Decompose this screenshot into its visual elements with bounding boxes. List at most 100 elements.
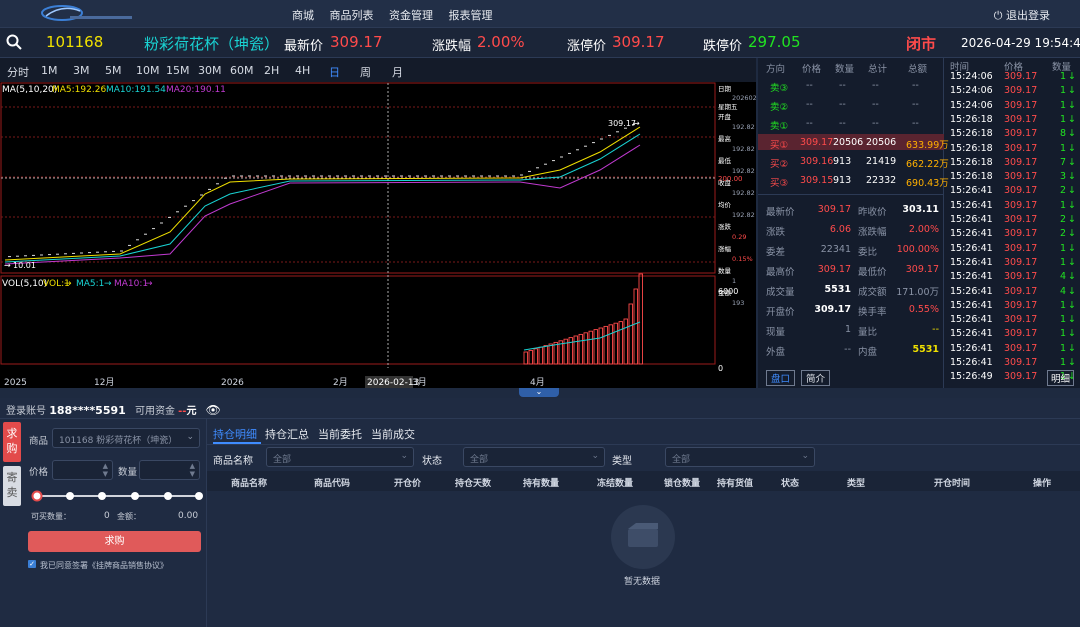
- stat-tab-1[interactable]: 简介: [801, 370, 831, 386]
- ask-row-q: --: [839, 99, 846, 110]
- info-panel-item: 192.82: [732, 123, 755, 131]
- collapse-toggle[interactable]: ⌄: [519, 388, 559, 397]
- trade-qty: 8: [1059, 128, 1066, 140]
- ma-title: MA(5,10,20): [2, 85, 57, 95]
- info-panel-item: 均价: [718, 200, 732, 209]
- ask-row-a: --: [912, 80, 919, 91]
- trade-qty: 4: [1059, 285, 1066, 297]
- trade-price: 309.17: [1004, 328, 1038, 340]
- vma10-arrow: →: [145, 279, 153, 289]
- position-tab-0[interactable]: 持仓明细: [213, 426, 257, 442]
- column-header: 状态: [781, 479, 800, 489]
- book-header: 数量: [835, 64, 855, 75]
- period-tab-8[interactable]: 2H: [264, 64, 279, 77]
- stat-tab-0[interactable]: 盘口: [766, 370, 796, 386]
- period-tab-11[interactable]: 周: [360, 64, 371, 80]
- position-tab-3[interactable]: 当前成交: [371, 426, 415, 442]
- trade-qty: 1: [1059, 328, 1066, 340]
- period-tab-2[interactable]: 3M: [73, 64, 90, 77]
- price-input[interactable]: ▲ ▼: [52, 460, 113, 480]
- period-tab-4[interactable]: 10M: [136, 64, 160, 77]
- stat-value: 309.17: [817, 264, 851, 275]
- period-tab-0[interactable]: 分时: [7, 64, 29, 80]
- stat-value: 22341: [820, 244, 851, 255]
- empty-box-icon: [611, 505, 675, 569]
- eye-icon[interactable]: 👁: [206, 403, 221, 417]
- tab-buy[interactable]: 求购: [3, 422, 21, 462]
- menu-mall[interactable]: 商城: [292, 9, 314, 22]
- menu-reports[interactable]: 报表管理: [449, 9, 493, 22]
- ask-row-dir[interactable]: 卖②: [770, 99, 788, 113]
- trade-list: 时间 价格 数量 15:24:06 309.17 1 ↓ 15:24:06 309.17 1 ↓ 15…: [946, 58, 1080, 388]
- trade-time: 15:26:41: [950, 199, 993, 211]
- period-tab-3[interactable]: 5M: [105, 64, 122, 77]
- submit-buy-button[interactable]: 求购: [28, 531, 201, 552]
- menu-funds[interactable]: 资金管理: [389, 9, 433, 22]
- stepper-icon[interactable]: ▲ ▼: [190, 462, 195, 478]
- ask-row-dir[interactable]: 卖③: [770, 80, 788, 94]
- period-tab-7[interactable]: 60M: [230, 64, 254, 77]
- period-tab-1[interactable]: 1M: [41, 64, 58, 77]
- last-price: 309.17: [330, 33, 383, 51]
- filter-name-select[interactable]: 全部 ⌄: [266, 447, 414, 467]
- stepper-icon[interactable]: ▲ ▼: [103, 462, 108, 478]
- down-arrow-icon: ↓: [1068, 256, 1076, 268]
- period-tab-10[interactable]: 日: [329, 64, 340, 80]
- table-header: 商品名称 商品代码 开仓价 持仓天数 持有数量 冻结数量 锁仓数量 持有货值 状态 类型 开仓时间 操…: [207, 471, 1080, 491]
- ask-row-dir[interactable]: 卖①: [770, 118, 788, 132]
- bid-row-dir[interactable]: 买③: [770, 175, 788, 189]
- filter-type-select[interactable]: 全部 ⌄: [665, 447, 815, 467]
- qty-slider[interactable]: [31, 490, 203, 502]
- position-tab-2[interactable]: 当前委托: [318, 426, 362, 442]
- bid-row-dir[interactable]: 买②: [770, 156, 788, 170]
- chevron-down-icon: ⌄: [400, 451, 408, 461]
- trade-time: 15:26:18: [950, 156, 993, 168]
- trade-price: 309.17: [1004, 228, 1038, 240]
- filter-type-label: 类型: [612, 456, 632, 467]
- column-header: 商品名称: [231, 479, 268, 489]
- filter-status-select[interactable]: 全部 ⌄: [463, 447, 605, 467]
- order-book: 方向 价格 数量 总计 总额 卖③ -- -- -- -- 卖② -- -- -- -- 卖① -- -- -- --…: [758, 58, 949, 388]
- down-arrow-icon: ↓: [1068, 185, 1076, 197]
- period-tab-6[interactable]: 30M: [198, 64, 222, 77]
- info-panel-item: 金额: [718, 288, 732, 297]
- period-tab-9[interactable]: 4H: [295, 64, 310, 77]
- down-arrow-icon: ↓: [1068, 314, 1076, 326]
- chart-canvas[interactable]: MA(5,10,20)MA5:192.26 MA10:191.54 MA20:190…: [0, 82, 756, 388]
- info-panel-item: 星期五: [718, 103, 738, 111]
- trade-qty: 1: [1059, 99, 1066, 111]
- down-arrow-icon: ↓: [1068, 357, 1076, 368]
- position-tab-1[interactable]: 持仓汇总: [265, 426, 309, 442]
- trade-time: 15:26:41: [950, 342, 993, 354]
- info-panel-item: 数量: [718, 266, 732, 275]
- column-header: 锁仓数量: [664, 479, 701, 489]
- search-icon[interactable]: [6, 34, 22, 50]
- detail-button[interactable]: 明细: [1046, 370, 1074, 386]
- limit-up: 309.17: [612, 33, 665, 51]
- ma5-value: MA5:192.26: [52, 85, 106, 95]
- menu-products[interactable]: 商品列表: [330, 9, 374, 22]
- period-tab-5[interactable]: 15M: [166, 64, 190, 77]
- info-panel-item: 日期: [718, 85, 732, 93]
- chevron-down-icon: ⌄: [801, 451, 809, 461]
- kline-chart[interactable]: 分时 1M 3M 5M 10M 15M 30M 60M 2H 4H 日 周 月 MA(5,10,20) M…: [0, 58, 756, 388]
- logout-button[interactable]: ⏻ 退出登录: [994, 7, 1050, 23]
- down-arrow-icon: ↓: [1068, 242, 1076, 254]
- trade-time: 15:26:41: [950, 228, 993, 240]
- qty-input[interactable]: ▲ ▼: [139, 460, 200, 480]
- last-price-label: 最新价: [284, 39, 324, 54]
- column-header: 持有货值: [717, 479, 754, 489]
- info-panel-item: 192.82: [732, 211, 755, 219]
- trade-time: 15:26:18: [950, 113, 993, 125]
- agree-checkbox[interactable]: ✓: [28, 560, 36, 568]
- volume-bar: [533, 348, 538, 365]
- period-tab-12[interactable]: 月: [392, 64, 403, 80]
- trade-qty: 1: [1059, 242, 1066, 254]
- volume-bar: [573, 335, 578, 365]
- tab-sell[interactable]: 寄卖: [3, 466, 21, 506]
- product-select[interactable]: 101168 粉彩荷花杯（坤瓷） ⌄: [52, 428, 200, 448]
- vol-axis-zero: 0: [718, 364, 723, 373]
- trade-time: 15:26:41: [950, 314, 993, 326]
- bid-row-t: 20506: [866, 137, 897, 148]
- bid-row-dir[interactable]: 买①: [770, 137, 788, 151]
